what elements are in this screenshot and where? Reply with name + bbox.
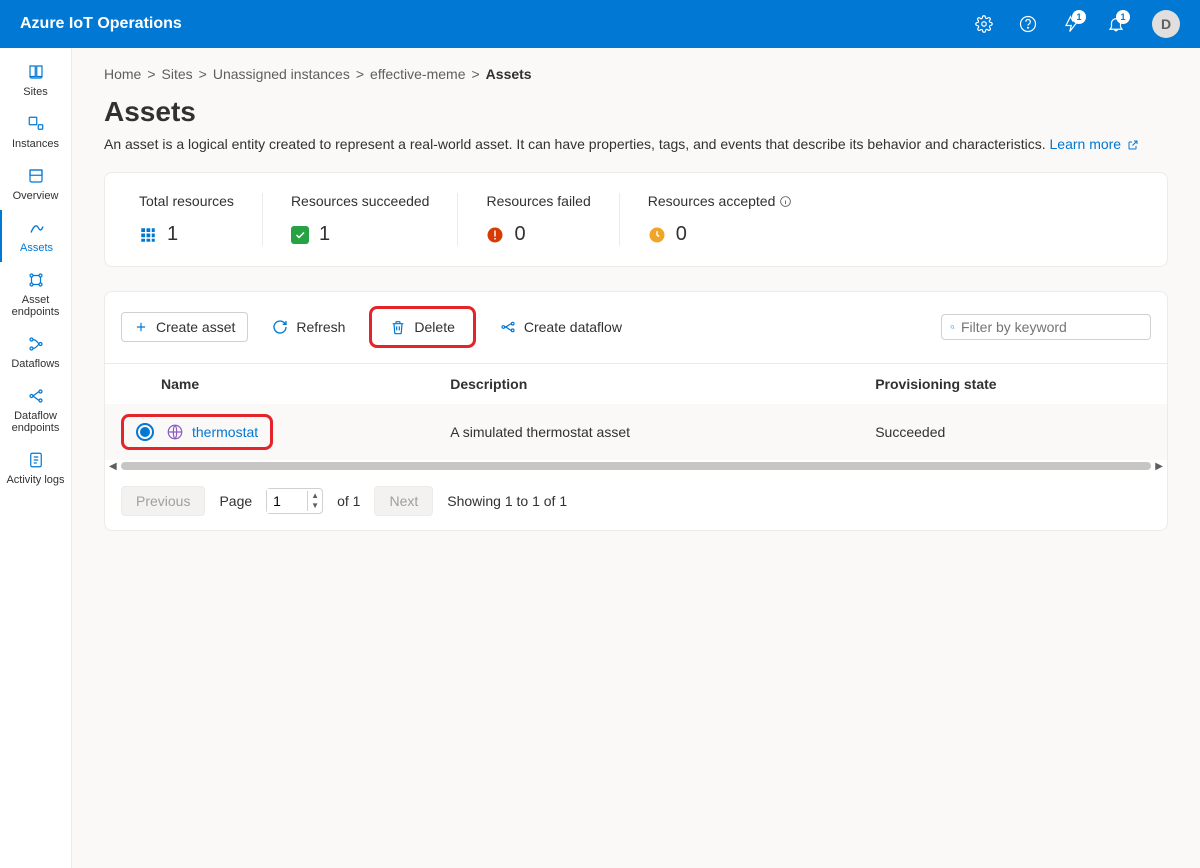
- asset-link[interactable]: thermostat: [166, 423, 258, 441]
- notifications-badge: 1: [1116, 10, 1130, 24]
- sidebar-item-dataflows[interactable]: Dataflows: [0, 326, 71, 378]
- page-spinner[interactable]: ▲▼: [307, 491, 322, 511]
- endpoints-icon: [26, 270, 46, 290]
- delete-button[interactable]: Delete: [369, 306, 475, 348]
- prev-button[interactable]: Previous: [121, 486, 205, 516]
- diagnostics-badge: 1: [1072, 10, 1086, 24]
- assets-icon: [27, 218, 47, 238]
- stats-card: Total resources 1 Resources succeeded 1 …: [104, 172, 1168, 267]
- page-of: of 1: [337, 493, 360, 509]
- col-state[interactable]: Provisioning state: [859, 364, 1167, 404]
- breadcrumb-current: Assets: [486, 66, 532, 82]
- scroll-left-icon[interactable]: ◀: [109, 461, 117, 472]
- breadcrumb-link[interactable]: Unassigned instances: [213, 66, 350, 82]
- pagination: Previous Page ▲▼ of 1 Next Showing 1 to …: [105, 472, 1167, 530]
- page-label: Page: [219, 493, 252, 509]
- dataflows-icon: [26, 334, 46, 354]
- success-icon: [291, 226, 309, 244]
- sidebar-item-dataflow-endpoints[interactable]: Dataflow endpoints: [0, 378, 71, 442]
- avatar[interactable]: D: [1152, 10, 1180, 38]
- instances-icon: [26, 114, 46, 134]
- sidebar-item-asset-endpoints[interactable]: Asset endpoints: [0, 262, 71, 326]
- asset-icon: [166, 423, 184, 441]
- assets-table: Name Description Provisioning state: [105, 364, 1167, 460]
- breadcrumb-link[interactable]: Home: [104, 66, 141, 82]
- sidebar-item-label: Activity logs: [6, 474, 64, 486]
- sidebar-item-activity-logs[interactable]: Activity logs: [0, 442, 71, 494]
- overview-icon: [26, 166, 46, 186]
- filter-input[interactable]: [961, 319, 1142, 335]
- brand-title: Azure IoT Operations: [20, 15, 968, 33]
- stat-succeeded: Resources succeeded 1: [263, 193, 459, 246]
- row-radio[interactable]: [136, 423, 154, 441]
- help-icon[interactable]: [1012, 8, 1044, 40]
- create-dataflow-button[interactable]: Create dataflow: [500, 319, 622, 335]
- diagnostics-icon[interactable]: 1: [1056, 8, 1088, 40]
- horizontal-scrollbar[interactable]: ◀ ▶: [105, 460, 1167, 472]
- sidebar-item-label: Assets: [20, 242, 53, 254]
- info-icon[interactable]: [779, 195, 792, 208]
- top-bar: Azure IoT Operations 1 1 D: [0, 0, 1200, 48]
- breadcrumb-link[interactable]: effective-meme: [370, 66, 465, 82]
- sidebar-item-assets[interactable]: Assets: [0, 210, 71, 262]
- filter-input-wrap[interactable]: [941, 314, 1151, 340]
- page-title: Assets: [104, 96, 1168, 128]
- next-button[interactable]: Next: [374, 486, 433, 516]
- breadcrumb: Home> Sites> Unassigned instances> effec…: [104, 66, 1168, 82]
- clock-icon: [648, 226, 666, 244]
- logs-icon: [26, 450, 46, 470]
- cell-desc: A simulated thermostat asset: [434, 404, 859, 460]
- sidebar-item-overview[interactable]: Overview: [0, 158, 71, 210]
- notifications-icon[interactable]: 1: [1100, 8, 1132, 40]
- showing-text: Showing 1 to 1 of 1: [447, 493, 567, 509]
- grid-icon: [139, 226, 157, 244]
- sidebar-item-instances[interactable]: Instances: [0, 106, 71, 158]
- col-name[interactable]: Name: [145, 364, 434, 404]
- learn-more-link[interactable]: Learn more: [1050, 136, 1139, 152]
- sidebar-item-label: Asset endpoints: [4, 294, 67, 318]
- sidebar-item-label: Instances: [12, 138, 59, 150]
- col-desc[interactable]: Description: [434, 364, 859, 404]
- breadcrumb-link[interactable]: Sites: [162, 66, 193, 82]
- error-icon: [486, 226, 504, 244]
- book-icon: [26, 62, 46, 82]
- sidebar-item-sites[interactable]: Sites: [0, 54, 71, 106]
- table-row[interactable]: thermostat A simulated thermostat asset …: [105, 404, 1167, 460]
- toolbar: Create asset Refresh Delete Create dataf…: [105, 292, 1167, 363]
- header-actions: 1 1 D: [968, 8, 1180, 40]
- sidebar-item-label: Sites: [23, 86, 47, 98]
- scroll-right-icon[interactable]: ▶: [1155, 461, 1163, 472]
- search-icon: [950, 320, 955, 334]
- sidebar-item-label: Dataflow endpoints: [4, 410, 67, 434]
- stat-failed: Resources failed 0: [458, 193, 619, 246]
- create-asset-button[interactable]: Create asset: [121, 312, 248, 342]
- assets-card: Create asset Refresh Delete Create dataf…: [104, 291, 1168, 531]
- cell-state: Succeeded: [859, 404, 1167, 460]
- settings-icon[interactable]: [968, 8, 1000, 40]
- sidebar: Sites Instances Overview Assets Asset en…: [0, 48, 72, 868]
- sidebar-item-label: Overview: [13, 190, 59, 202]
- df-endpoints-icon: [26, 386, 46, 406]
- main-content: Home> Sites> Unassigned instances> effec…: [72, 48, 1200, 868]
- stat-accepted: Resources accepted 0: [620, 193, 821, 246]
- page-input[interactable]: [267, 489, 307, 513]
- sidebar-item-label: Dataflows: [11, 358, 59, 370]
- stat-total: Total resources 1: [111, 193, 263, 246]
- refresh-button[interactable]: Refresh: [272, 319, 345, 335]
- page-description: An asset is a logical entity created to …: [104, 136, 1168, 152]
